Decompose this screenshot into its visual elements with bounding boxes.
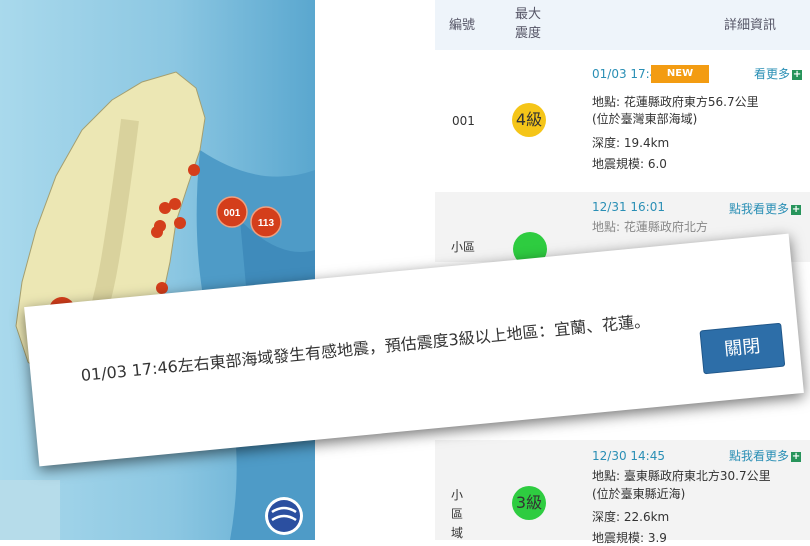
header-id: 編號 (449, 18, 476, 33)
alert-message: 01/03 17:46左右東部海域發生有感地震，預估震度3級以上地區：宜蘭、花蓮… (80, 311, 651, 385)
quake-location-detail: (位於臺灣東部海域) (592, 112, 698, 126)
quake-location-detail: (位於臺東縣近海) (592, 487, 686, 501)
quake-dot[interactable] (174, 217, 186, 229)
intensity-badge: 3級 (512, 486, 546, 520)
sea-shelf (0, 480, 60, 540)
intensity-badge: 4級 (512, 103, 546, 137)
quake-time[interactable]: 12/30 14:45 (592, 449, 665, 463)
quake-dot[interactable] (151, 226, 163, 238)
header-details: 詳細資訊 (724, 18, 777, 33)
quake-depth: 深度: 19.4km (592, 136, 670, 150)
row-id: 小區域 (451, 488, 464, 540)
new-badge: NEW (651, 65, 709, 83)
row-id: 小區 (451, 240, 476, 254)
quake-location: 地點: 臺東縣政府東北方30.7公里 (592, 469, 771, 483)
marker-113[interactable]: 113 (250, 206, 282, 238)
marker-001[interactable]: 001 (216, 196, 248, 228)
marker-label: 113 (258, 218, 275, 229)
see-more-link[interactable]: 點我看更多 + (729, 200, 802, 217)
quake-magnitude: 地震規模: 3.9 (592, 531, 667, 545)
quake-location: 地點: 花蓮縣政府北方 (592, 220, 708, 234)
quake-location: 地點: 花蓮縣政府東方56.7公里 (592, 95, 759, 109)
quake-time[interactable]: 12/31 16:01 (592, 200, 665, 214)
quake-dot[interactable] (188, 164, 200, 176)
see-more-label: 點我看更多 (729, 202, 790, 216)
quake-dot[interactable] (159, 202, 171, 214)
see-more-label: 看更多 (754, 67, 791, 81)
plus-icon: + (791, 204, 802, 215)
plus-icon: + (792, 69, 803, 80)
see-more-link[interactable]: 看更多 + (754, 65, 803, 82)
quake-dot[interactable] (156, 282, 168, 294)
header-max-intensity: 最大 震度 (515, 7, 542, 41)
plus-icon: + (791, 451, 802, 462)
quake-depth: 深度: 22.6km (592, 510, 670, 524)
marker-label: 001 (224, 208, 241, 219)
cwb-logo (265, 497, 303, 535)
quake-magnitude: 地震規模: 6.0 (592, 157, 667, 171)
see-more-label: 點我看更多 (729, 449, 790, 463)
see-more-link[interactable]: 點我看更多 + (729, 447, 802, 464)
row-id: 001 (452, 114, 475, 128)
close-button[interactable]: 關閉 (699, 322, 786, 375)
